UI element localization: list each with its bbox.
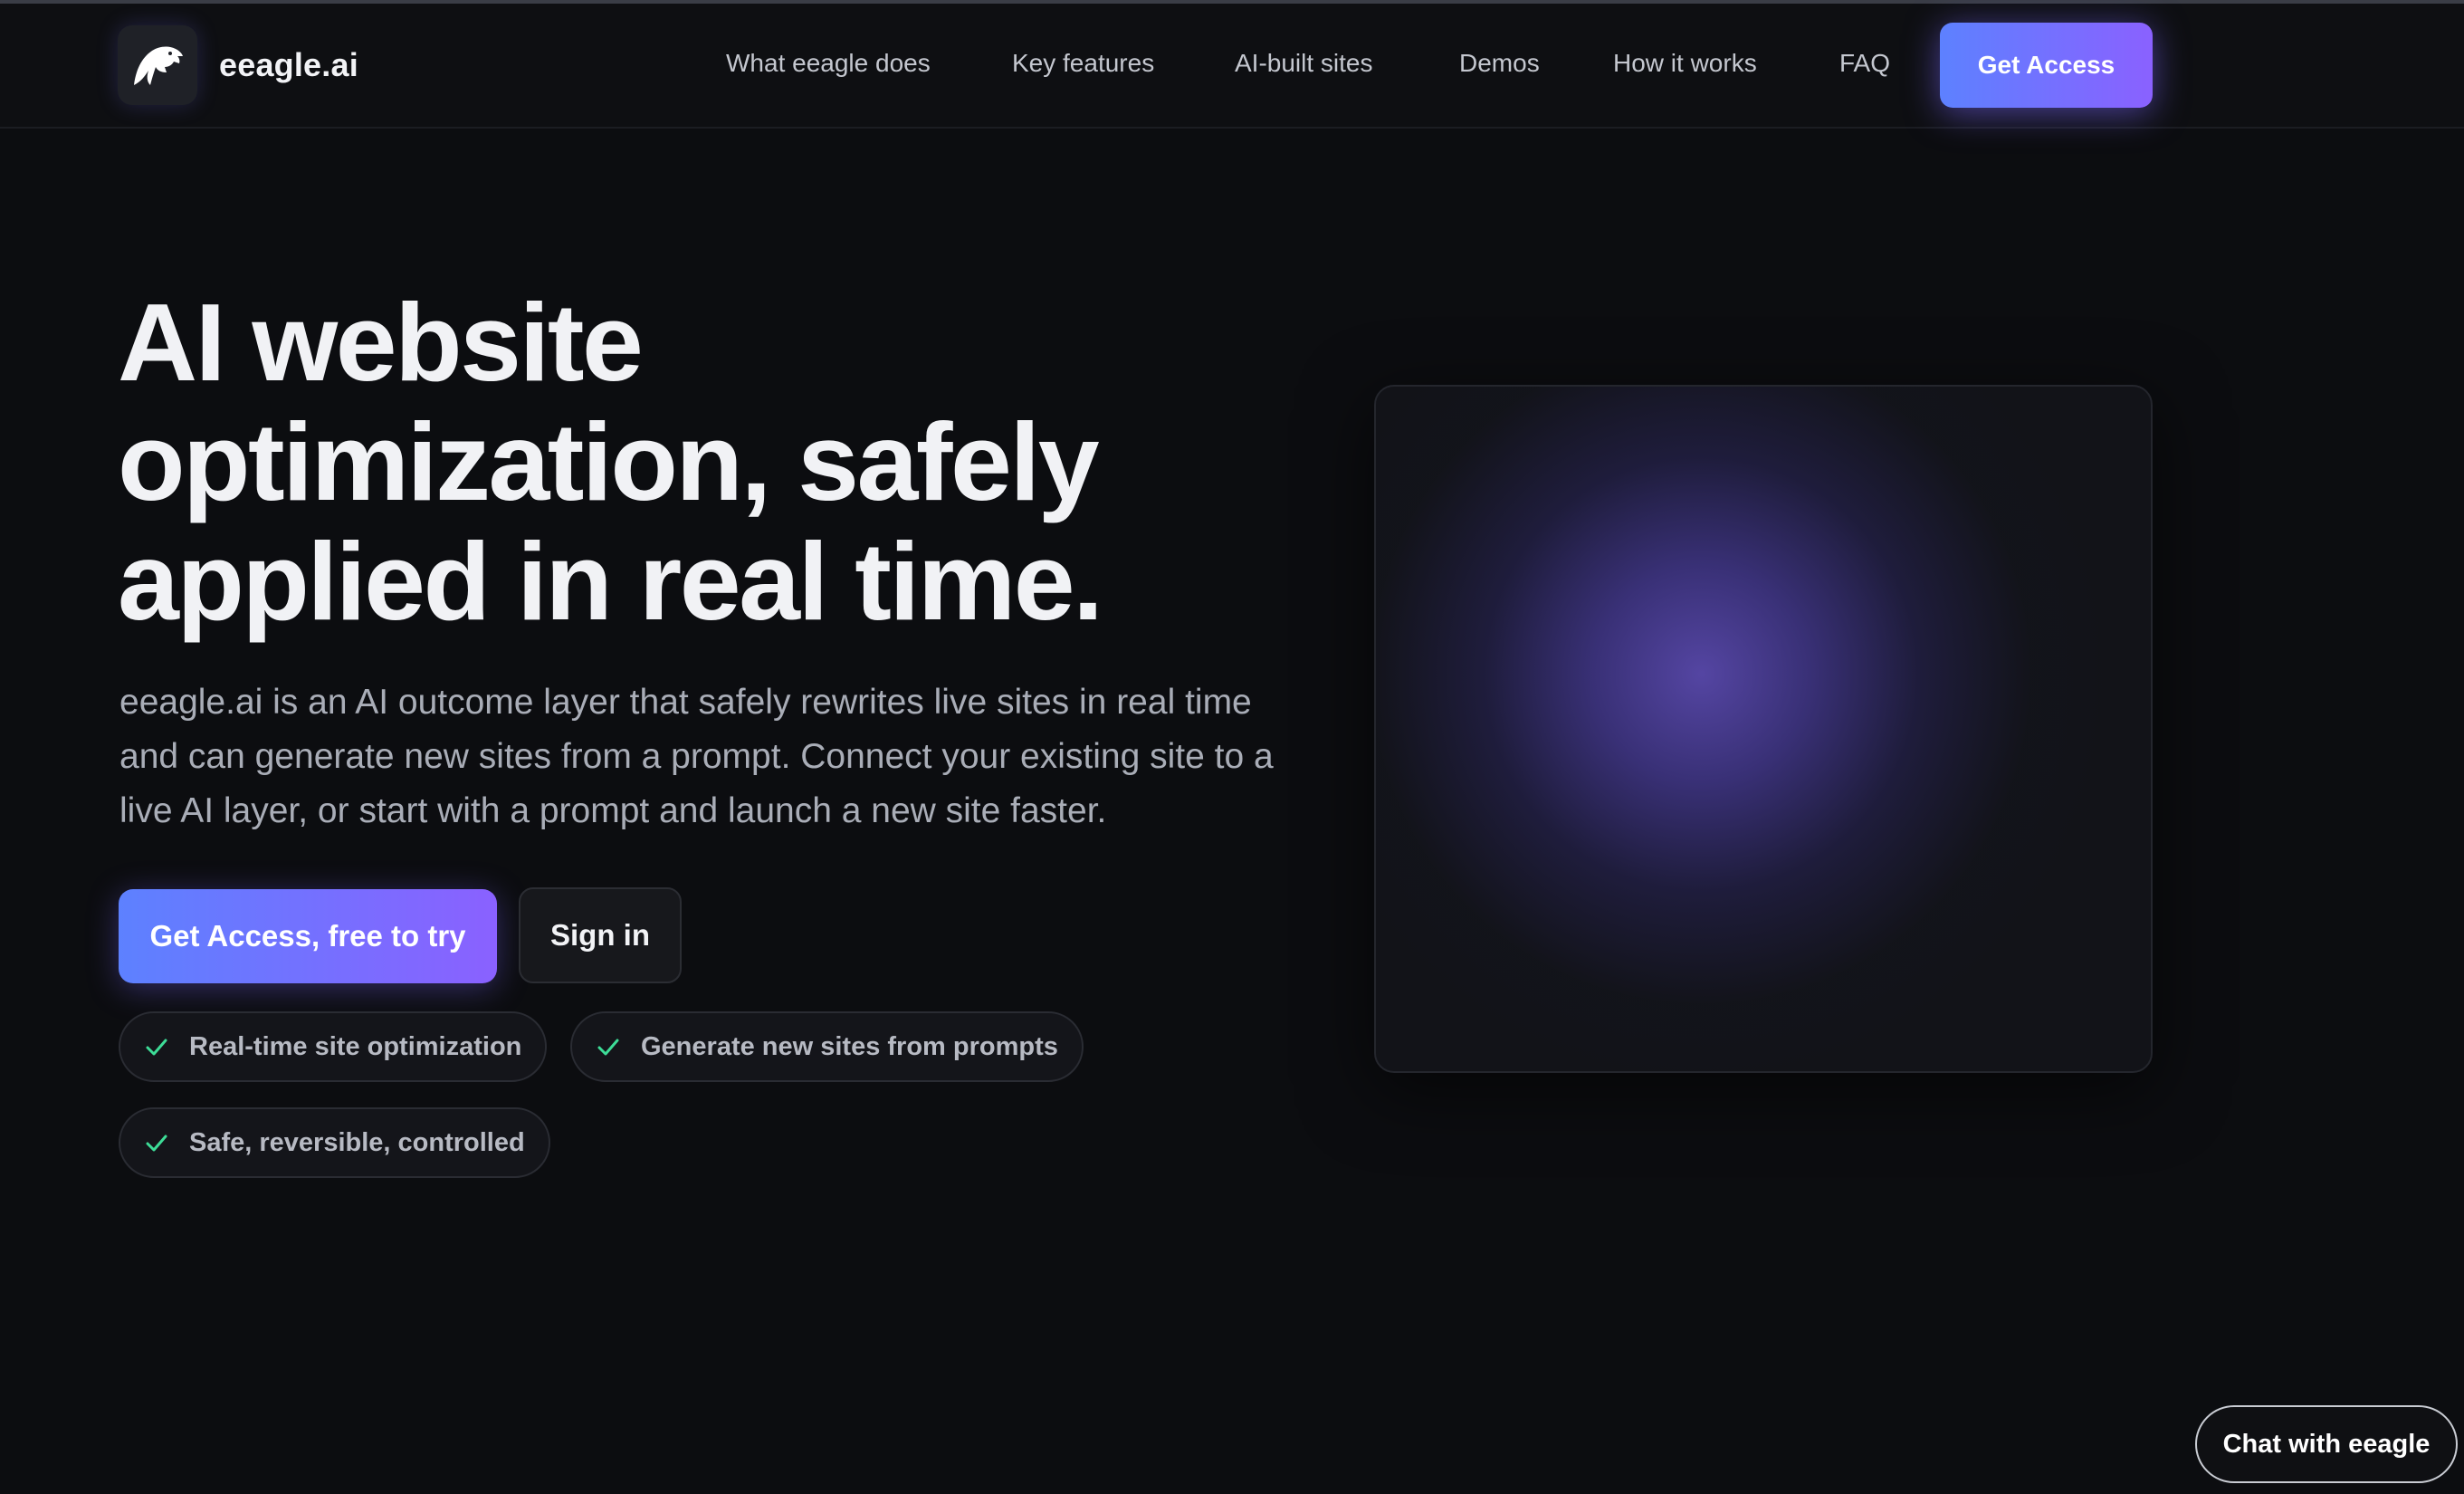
brand[interactable]: eeagle.ai xyxy=(118,25,358,105)
check-icon xyxy=(597,1039,619,1056)
nav-link-faq[interactable]: FAQ xyxy=(1839,49,1890,78)
feature-badge: Generate new sites from prompts xyxy=(570,1011,1084,1082)
hero-title-line: applied in real time. xyxy=(118,520,1103,643)
eagle-head-icon xyxy=(118,25,197,105)
check-icon xyxy=(146,1135,167,1152)
feature-badge-label: Generate new sites from prompts xyxy=(641,1031,1058,1061)
feature-badge: Real-time site optimization xyxy=(119,1011,548,1082)
nav-link-key-features[interactable]: Key features xyxy=(1012,49,1154,78)
brand-name: eeagle.ai xyxy=(219,46,358,83)
hero-description: eeagle.ai is an AI outcome layer that sa… xyxy=(119,683,1274,830)
check-icon xyxy=(146,1039,167,1056)
hero-title-line: optimization, safely xyxy=(118,400,1100,523)
nav-link-ai-built-sites[interactable]: AI-built sites xyxy=(1235,49,1373,78)
get-access-free-button[interactable]: Get Access, free to try xyxy=(119,889,497,983)
feature-badge-label: Safe, reversible, controlled xyxy=(189,1127,525,1157)
nav-link-how-it-works[interactable]: How it works xyxy=(1613,49,1757,78)
hero-title-line: AI website xyxy=(118,281,644,404)
nav-link-what-eeagle-does[interactable]: What eeagle does xyxy=(726,49,931,78)
hero-title: AI website optimization, safely applied … xyxy=(118,283,1294,641)
hero-preview-panel xyxy=(1374,385,2153,1073)
get-access-button[interactable]: Get Access xyxy=(1940,23,2153,108)
feature-badge-label: Real-time site optimization xyxy=(189,1031,522,1061)
top-navigation-bar: eeagle.ai What eeagle does Key features … xyxy=(0,4,2464,129)
nav-link-demos[interactable]: Demos xyxy=(1459,49,1540,78)
feature-badge: Safe, reversible, controlled xyxy=(119,1107,550,1178)
sign-in-button[interactable]: Sign in xyxy=(519,887,682,983)
chat-with-eeagle-button[interactable]: Chat with eeagle xyxy=(2195,1405,2458,1483)
